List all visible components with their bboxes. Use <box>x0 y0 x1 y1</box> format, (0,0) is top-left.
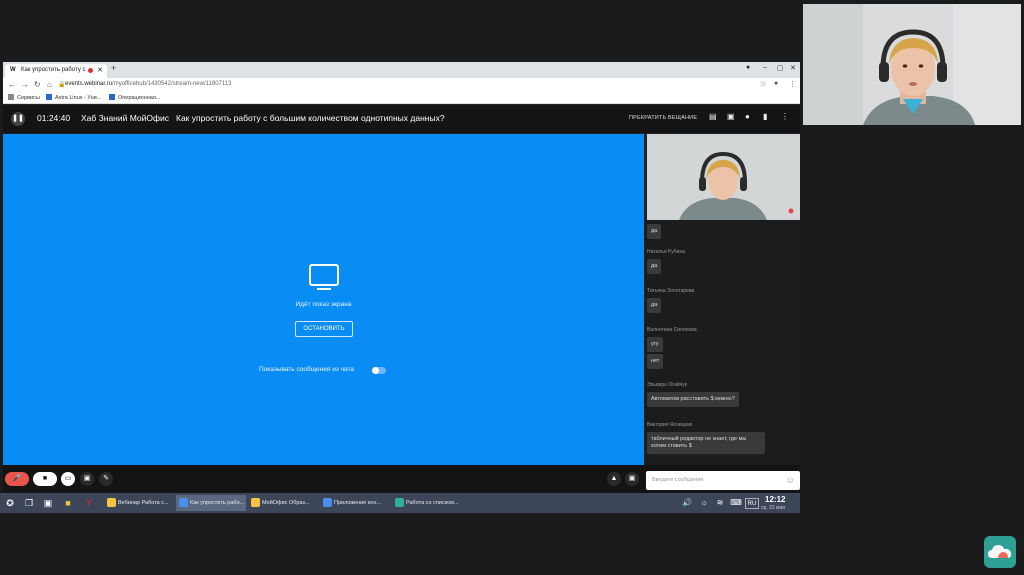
office-icon[interactable]: ■ <box>61 496 75 510</box>
chat-author: Эльвира Огийчук <box>647 382 687 388</box>
start-menu-icon[interactable]: ✪ <box>3 496 17 510</box>
chat-message: да <box>647 298 662 313</box>
chat-message: Автоматом расставить $ можно? <box>647 392 739 407</box>
chat-author: Татьяна Золотарева <box>647 288 695 294</box>
chat-author: Виктория Ясницкая <box>647 422 693 428</box>
menu-icon[interactable]: ⋮ <box>789 80 796 88</box>
stop-broadcast-button[interactable]: ПРЕКРАТИТЬ ВЕЩАНИЕ <box>629 115 697 121</box>
chat-message: нет <box>647 354 664 369</box>
screen-share-icon[interactable]: ▭ <box>61 472 75 486</box>
back-icon[interactable]: ← <box>8 80 16 89</box>
screen-share-status: Идёт показ экрана <box>295 301 352 308</box>
chat-message: табличный редактор не знает, где мы хоти… <box>647 432 765 454</box>
participants-icon[interactable]: ● <box>745 112 750 121</box>
present-icon[interactable]: ▲ <box>607 472 621 486</box>
chat-message: да <box>647 259 662 274</box>
emoji-icon[interactable]: ☺ <box>786 475 795 485</box>
star-icon[interactable]: ☆ <box>760 80 766 88</box>
url-field[interactable]: events.webinar.ru/myofficehub/1430542/st… <box>65 81 231 87</box>
bookmark-astra[interactable]: Astra Linux - Уни... <box>46 94 101 101</box>
bookmarks-bar: Сервисы Astra Linux - Уни... Операционна… <box>3 92 800 104</box>
speaker-video <box>803 4 1021 125</box>
profile-icon[interactable]: ● <box>746 64 750 71</box>
maximize-icon[interactable]: ▢ <box>777 64 784 72</box>
desktops-icon[interactable]: ❐ <box>22 496 36 510</box>
home-icon[interactable]: ⌂ <box>47 80 52 89</box>
files-icon[interactable]: ▮ <box>763 112 767 121</box>
hub-name: Хаб Знаний МойОфис <box>81 113 169 123</box>
mic-muted-icon[interactable]: 🎤 <box>5 472 29 486</box>
clock-date: ср, 22 мая <box>761 505 785 511</box>
cloud-logo-icon <box>984 536 1016 568</box>
more-icon[interactable]: ⋮ <box>781 112 789 121</box>
monitor-stand <box>317 288 331 290</box>
forward-icon[interactable]: → <box>21 80 29 89</box>
taskbar-window-2[interactable]: Как упростить рабо... <box>176 495 246 511</box>
chat-author: Наталья Рубина <box>647 249 686 255</box>
address-bar: ← → ↻ ⌂ 🔒 events.webinar.ru/myofficehub/… <box>3 78 800 92</box>
media-icon[interactable]: ▣ <box>80 472 94 486</box>
layout-icon[interactable]: ▣ <box>625 472 639 486</box>
broadcast-timer: 01:24:40 <box>37 113 71 123</box>
chat-message: угу <box>647 337 663 352</box>
file-manager-icon[interactable]: ▣ <box>41 496 55 510</box>
volume-icon[interactable]: 🔊 <box>680 496 694 510</box>
taskbar-window-5[interactable]: Работа со списком... <box>392 495 462 511</box>
browser-window: W Как упростить работу с ✕ + ● – ▢ ✕ ← →… <box>3 62 800 514</box>
browser-tab[interactable]: W Как упростить работу с ✕ <box>5 64 107 78</box>
close-window-icon[interactable]: ✕ <box>790 64 796 72</box>
language-indicator[interactable]: RU <box>745 498 759 509</box>
recording-icon <box>88 68 93 73</box>
screen-share-stage: Идёт показ экрана ОСТАНОВИТЬ Показывать … <box>3 134 644 465</box>
taskbar-window-3[interactable]: МойОфис Образ... <box>248 495 318 511</box>
chat-icon[interactable]: ▤ <box>709 112 717 121</box>
chat-panel: да Наталья Рубина да Татьяна Золотарева … <box>644 220 800 465</box>
camera-icon[interactable]: ■ <box>33 472 57 486</box>
webinar-header: ❚❚ 01:24:40 Хаб Знаний МойОфис Как упрос… <box>3 105 800 133</box>
webinar-favicon-icon: W <box>10 67 16 73</box>
taskbar-window-1[interactable]: Вебинар Работа с... <box>104 495 174 511</box>
stop-share-button[interactable]: ОСТАНОВИТЬ <box>295 321 353 337</box>
chat-message: да <box>647 224 662 239</box>
draw-icon[interactable]: ✎ <box>99 472 113 486</box>
chat-author: Валентина Силонова <box>647 327 697 333</box>
reload-icon[interactable]: ↻ <box>34 80 41 89</box>
keyboard-icon[interactable]: ⌨ <box>729 496 743 510</box>
yandex-browser-icon[interactable]: Y <box>82 496 96 510</box>
account-icon[interactable]: ● <box>774 80 778 87</box>
tab-close-icon[interactable]: ✕ <box>97 66 103 74</box>
chat-input[interactable]: Введите сообщение ☺ <box>646 471 800 490</box>
pause-button[interactable]: ❚❚ <box>11 112 25 126</box>
chat-input-placeholder: Введите сообщение <box>652 477 704 483</box>
taskbar-window-4[interactable]: Приложение кон... <box>320 495 390 511</box>
webinar-title: Как упростить работу с большим количеств… <box>176 113 445 123</box>
questions-icon[interactable]: ▣ <box>727 112 735 121</box>
show-chat-toggle[interactable] <box>372 367 386 374</box>
wifi-icon[interactable]: ≋ <box>713 496 727 510</box>
clock-time: 12:12 <box>765 495 786 504</box>
brightness-icon[interactable]: ☼ <box>697 496 711 510</box>
minimize-icon[interactable]: – <box>763 64 767 71</box>
taskbar: ✪ ❐ ▣ ■ Y Вебинар Работа с... Как упрост… <box>0 493 800 513</box>
tab-bar: W Как упростить работу с ✕ + ● – ▢ ✕ <box>3 62 800 78</box>
monitor-icon <box>309 264 339 286</box>
new-tab-icon[interactable]: + <box>111 63 116 73</box>
bookmark-os[interactable]: Операционная... <box>109 94 160 101</box>
show-chat-label: Показывать сообщения из чата <box>259 366 354 373</box>
bookmark-apps[interactable]: Сервисы <box>8 94 40 101</box>
presenter-camera <box>647 134 800 220</box>
tab-title: Как упростить работу с <box>21 67 86 73</box>
